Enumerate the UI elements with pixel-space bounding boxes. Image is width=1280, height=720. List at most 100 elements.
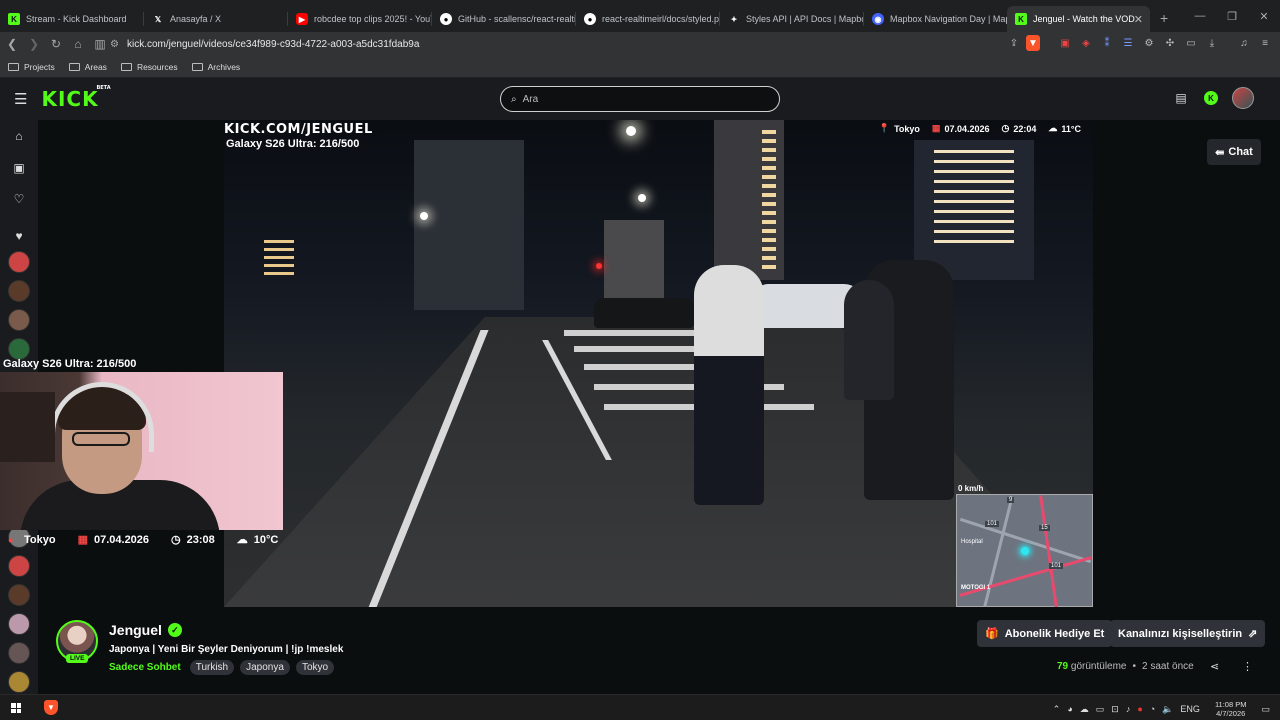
hamburger-menu-icon[interactable]: ☰ — [14, 90, 27, 108]
windows-start-icon[interactable] — [11, 703, 21, 713]
record-icon[interactable]: ● — [1137, 704, 1142, 714]
location-pin-icon: 📍 — [878, 123, 891, 133]
browser-tab[interactable]: ● react-realtimeirl/docs/styled.p — [576, 6, 719, 32]
cloud-icon: ☁ — [236, 534, 248, 546]
followed-channel-avatar[interactable] — [8, 555, 30, 577]
download-icon[interactable]: ⤓ — [1203, 34, 1221, 52]
volume-icon[interactable]: 🔈 — [1162, 704, 1173, 715]
mapbox-icon: ◉ — [872, 13, 884, 25]
share-icon[interactable]: ⋖ — [1210, 660, 1219, 673]
close-window-icon[interactable]: ✕ — [1248, 10, 1280, 23]
window-controls: — ❐ ✕ — [1184, 0, 1280, 32]
clock-icon: ◷ — [1001, 123, 1010, 133]
folder-icon — [8, 62, 19, 71]
current-location-icon — [1021, 547, 1029, 555]
brave-shield-icon[interactable]: ▼ — [1026, 35, 1040, 51]
location-pin-icon: ● — [8, 534, 14, 545]
calendar-icon: ▦ — [77, 534, 88, 546]
extension-icon[interactable]: ⚙ — [1140, 34, 1158, 52]
tag-chip[interactable]: Turkish — [189, 660, 235, 675]
cam-caption: Galaxy S26 Ultra: 216/500 — [3, 358, 137, 370]
extension-icon[interactable]: ☰ — [1119, 34, 1137, 52]
browser-tab[interactable]: ● GitHub - scallensc/react-realtir — [432, 6, 575, 32]
language-indicator[interactable]: ENG — [1180, 704, 1200, 714]
taskbar-clock[interactable]: 11:08 PM 4/7/2026 — [1215, 700, 1247, 718]
url-field[interactable]: ⚙ kick.com/jenguel/videos/ce34f989-c93d-… — [110, 35, 1070, 53]
user-avatar[interactable] — [1232, 87, 1254, 109]
browser-tab[interactable]: ◉ Mapbox Navigation Day | Map — [864, 6, 1007, 32]
home-icon[interactable]: ⌂ — [9, 126, 29, 146]
extension-icon[interactable]: ⁑ — [1098, 34, 1116, 52]
minimize-icon[interactable]: — — [1184, 10, 1216, 22]
following-icon[interactable]: ♡ — [9, 189, 29, 209]
discord-icon[interactable]: ◕ — [1067, 704, 1072, 714]
cloud-icon[interactable]: ☁ — [1080, 704, 1089, 715]
bookmark-resources[interactable]: Resources — [120, 62, 178, 72]
bookmark-archives[interactable]: Archives — [191, 62, 240, 72]
followed-channel-avatar[interactable] — [8, 280, 30, 302]
back-icon[interactable]: ❮ — [2, 37, 22, 51]
menu-icon[interactable]: ≡ — [1256, 34, 1274, 52]
microphone-icon[interactable]: ♪ — [1126, 704, 1131, 714]
gift-subscription-button[interactable]: 🎁 Abonelik Hediye Et — [977, 620, 1113, 647]
kick-logo[interactable]: KICK BETA — [41, 85, 110, 111]
tag-chip[interactable]: Japonya — [240, 660, 290, 675]
tag-chip[interactable]: Tokyo — [295, 660, 335, 675]
bookmark-projects[interactable]: Projects — [8, 62, 55, 72]
video-player[interactable]: KICK.COM/JENGUEL Galaxy S26 Ultra: 216/5… — [224, 120, 1093, 607]
search-input[interactable]: ⌕ Ara — [500, 86, 780, 112]
reload-icon[interactable]: ↻ — [46, 37, 66, 51]
media-icon[interactable]: ♫ — [1235, 34, 1253, 52]
stream-title: Japonya | Yeni Bir Şeyler Deniyorum | !j… — [109, 644, 344, 655]
mapbox-icon: ✦ — [730, 14, 738, 24]
browser-tab[interactable]: ▶ robcdee top clips 2025! - YouT — [288, 6, 431, 32]
kick-icon: K — [8, 13, 20, 25]
customize-channel-button[interactable]: Kanalınızı kişiselleştirin ⇗ — [1110, 620, 1266, 647]
folder-icon — [120, 62, 132, 71]
followed-channel-avatar[interactable] — [8, 309, 30, 331]
browser-tab-active[interactable]: K Jenguel - Watch the VOD ✕ — [1007, 6, 1150, 32]
site-header: ☰ KICK BETA ⌕ Ara ▤ K — [0, 78, 1280, 120]
puzzle-icon[interactable]: ✣ — [1161, 34, 1179, 52]
monitor-icon[interactable]: ⊡ — [1111, 704, 1119, 715]
followed-channel-avatar[interactable] — [8, 613, 30, 635]
notification-icon[interactable]: ▭ — [1261, 704, 1270, 715]
gift-icon: 🎁 — [985, 628, 999, 640]
kick-badge-icon[interactable]: K — [1204, 91, 1218, 105]
followed-channel-avatar[interactable] — [8, 584, 30, 606]
followed-channel-avatar[interactable] — [8, 338, 30, 360]
brave-browser-icon[interactable]: ▼ — [44, 700, 58, 715]
forward-icon[interactable]: ❯ — [24, 37, 44, 51]
followed-channel-avatar[interactable] — [8, 671, 30, 693]
site-info-icon[interactable]: ⚙ — [110, 39, 119, 50]
wifi-icon[interactable]: ◔ — [1150, 704, 1155, 714]
followed-channel-avatar[interactable] — [8, 642, 30, 664]
browse-icon[interactable]: ▣ — [9, 158, 29, 178]
windows-taskbar: ▼ ⌃ ◕ ☁ ▭ ⊡ ♪ ● ◔ 🔈 ENG 11:08 PM 4/7/202… — [0, 694, 1280, 720]
bookmark-areas[interactable]: Areas — [68, 62, 107, 72]
tray-chevron-icon[interactable]: ⌃ — [1053, 704, 1061, 715]
restore-icon[interactable]: ❐ — [1216, 10, 1248, 23]
github-icon: ● — [440, 13, 452, 25]
chat-toggle-button[interactable]: ⇚ Chat — [1207, 139, 1261, 165]
close-tab-icon[interactable]: ✕ — [1134, 13, 1143, 26]
category-link[interactable]: Sadece Sohbet — [109, 662, 181, 673]
home-icon[interactable]: ⌂ — [68, 37, 88, 51]
extension-icon[interactable]: ▣ — [1056, 34, 1074, 52]
more-options-icon[interactable]: ⋮ — [1242, 660, 1253, 673]
github-icon: ● — [584, 13, 596, 25]
browser-tab[interactable]: K Stream - Kick Dashboard — [0, 6, 143, 32]
sidebar-toggle-icon[interactable]: ▥ — [90, 37, 110, 51]
share-icon[interactable]: ⇪ — [1005, 34, 1023, 52]
extension-icon[interactable]: ◈ — [1077, 34, 1095, 52]
store-icon[interactable]: ▤ — [1172, 89, 1190, 107]
browser-tab[interactable]: 𝕏 Anasayfa / X — [144, 6, 287, 32]
new-tab-icon[interactable]: + — [1160, 10, 1168, 26]
panel-icon[interactable]: ▭ — [1182, 34, 1200, 52]
browser-tab[interactable]: ✦ Styles API | API Docs | Mapbox — [720, 6, 863, 32]
followed-channel-avatar[interactable] — [8, 251, 30, 273]
channel-name[interactable]: Jenguel ✓ — [109, 622, 182, 638]
cloud-icon: ☁ — [1048, 123, 1058, 133]
channel-info-bar: LIVE Jenguel ✓ Japonya | Yeni Bir Şeyler… — [38, 607, 1280, 694]
network-icon[interactable]: ▭ — [1096, 704, 1105, 715]
